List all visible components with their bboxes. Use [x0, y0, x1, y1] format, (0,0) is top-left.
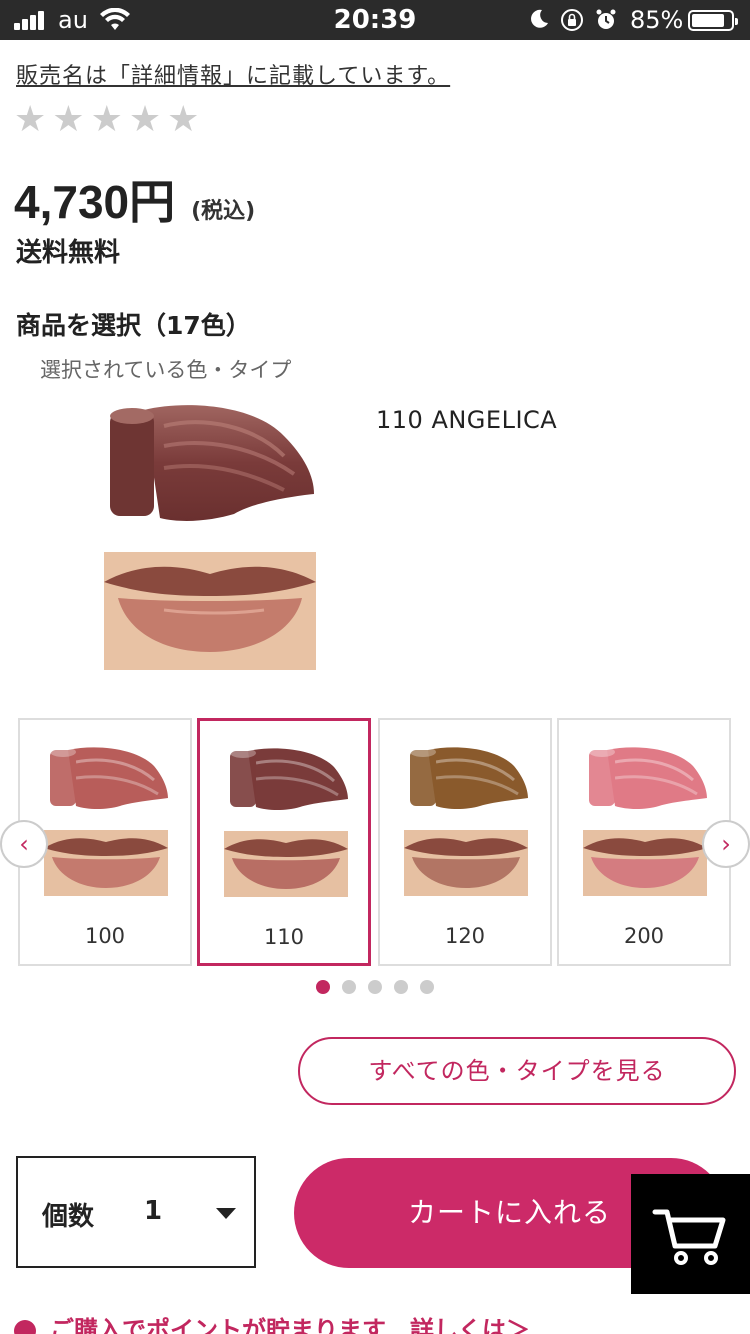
- rating-stars: ★ ★ ★ ★ ★: [14, 100, 199, 140]
- quantity-select[interactable]: 個数 1: [16, 1156, 256, 1268]
- carousel-next-button[interactable]: ›: [702, 820, 750, 868]
- location-pin-icon: [9, 1315, 41, 1334]
- details-note-link[interactable]: 販売名は「詳細情報」に記載しています。: [16, 58, 450, 90]
- shipping-label: 送料無料: [16, 238, 121, 268]
- tax-note: (税込): [191, 199, 256, 224]
- star-icon: ★: [167, 99, 200, 140]
- cart-button[interactable]: [631, 1174, 750, 1294]
- swatch-image: [230, 748, 348, 810]
- selected-lips-image: [104, 552, 316, 670]
- swatch-image: [589, 747, 707, 809]
- alarm-icon: [596, 9, 616, 29]
- color-number: 200: [623, 924, 665, 948]
- color-option-card[interactable]: 110: [197, 718, 371, 966]
- star-icon: ★: [128, 99, 162, 140]
- swatch-image: [410, 747, 528, 809]
- price: 4,730円: [14, 176, 176, 228]
- star-icon: ★: [14, 99, 47, 140]
- pagination-dot[interactable]: [394, 980, 408, 994]
- price-row: 4,730円 (税込): [14, 166, 255, 232]
- points-info-link[interactable]: ご購入でポイントが貯まります 詳しくは＞: [9, 1310, 530, 1334]
- pagination-dot[interactable]: [368, 980, 382, 994]
- points-text: ご購入でポイントが貯まります 詳しくは＞: [50, 1316, 530, 1334]
- carousel-prev-button[interactable]: ‹: [0, 820, 48, 868]
- rotation-lock-icon: [561, 9, 583, 31]
- pagination-dot[interactable]: [316, 980, 330, 994]
- selected-swatch-image: [110, 405, 314, 521]
- chevron-down-icon: [216, 1208, 236, 1219]
- star-icon: ★: [52, 99, 85, 140]
- swatch-image: [50, 747, 168, 809]
- battery-icon: [688, 10, 738, 31]
- lips-image: [44, 830, 168, 896]
- pagination-dot[interactable]: [342, 980, 356, 994]
- quantity-value: 1: [144, 1196, 163, 1226]
- lips-image: [404, 830, 528, 896]
- star-icon: ★: [90, 99, 123, 140]
- carousel-pagination: [316, 980, 434, 994]
- color-number: 100: [84, 924, 126, 948]
- pagination-dot[interactable]: [420, 980, 434, 994]
- select-title: 商品を選択（17色）: [16, 311, 251, 340]
- quantity-label: 個数: [42, 1202, 95, 1232]
- view-all-colors-button[interactable]: すべての色・タイプを見る: [298, 1037, 736, 1105]
- moon-icon: [531, 9, 548, 28]
- lips-image: [224, 831, 348, 897]
- color-number: 120: [444, 924, 486, 948]
- color-option-card[interactable]: 120: [378, 718, 552, 966]
- selected-caption: 選択されている色・タイプ: [40, 358, 292, 382]
- cart-icon: [652, 1209, 726, 1265]
- status-bar: au 20:39 85%: [0, 0, 750, 40]
- selected-color-name: 110 ANGELICA: [376, 406, 558, 434]
- color-carousel: 200 120 110 100 ‹ ›: [0, 718, 750, 968]
- lips-image: [583, 830, 707, 896]
- battery-percent: 85%: [630, 6, 684, 34]
- color-number: 110: [263, 925, 305, 949]
